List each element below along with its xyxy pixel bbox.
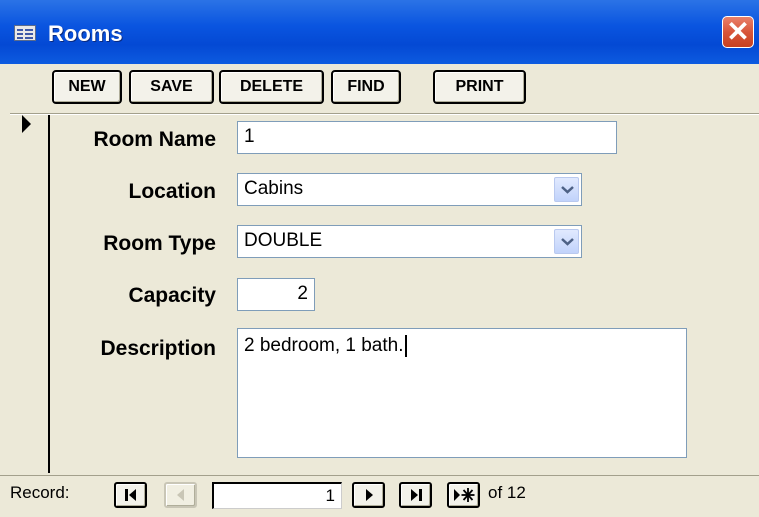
- record-total: of 12: [488, 483, 526, 502]
- current-record-field[interactable]: 1: [212, 482, 342, 509]
- room-type-label: Room Type: [103, 232, 216, 255]
- room-name-value: 1: [244, 126, 255, 147]
- room-name-label: Room Name: [93, 128, 216, 151]
- capacity-field[interactable]: 2: [237, 278, 315, 311]
- capacity-value: 2: [297, 283, 308, 304]
- save-button[interactable]: SAVE: [129, 70, 214, 104]
- next-record-button[interactable]: [352, 482, 385, 508]
- record-label: Record:: [10, 483, 70, 502]
- form-icon: [14, 25, 36, 41]
- window-title: Rooms: [48, 21, 123, 46]
- previous-record-icon: [177, 489, 184, 501]
- record-selector-arrow-icon[interactable]: [22, 114, 38, 138]
- room-type-value: DOUBLE: [244, 230, 323, 251]
- form-top-separator: [10, 113, 759, 115]
- location-value: Cabins: [244, 178, 304, 199]
- location-label: Location: [128, 180, 217, 203]
- delete-button[interactable]: DELETE: [219, 70, 324, 104]
- last-record-button[interactable]: [399, 482, 432, 508]
- room-name-field[interactable]: 1: [237, 121, 617, 154]
- description-field[interactable]: 2 bedroom, 1 bath.: [237, 328, 687, 458]
- room-type-dropdown-button[interactable]: [554, 229, 579, 254]
- rooms-form-window: Rooms ✕ NEW SAVE DELETE FIND PRINT Room …: [0, 0, 759, 517]
- record-selector-border: [48, 115, 50, 473]
- description-value: 2 bedroom, 1 bath.: [244, 335, 404, 356]
- new-button[interactable]: NEW: [52, 70, 122, 104]
- new-record-button[interactable]: [447, 482, 480, 508]
- first-record-icon: [125, 489, 136, 501]
- previous-record-button[interactable]: [164, 482, 197, 508]
- first-record-button[interactable]: [114, 482, 147, 508]
- capacity-label: Capacity: [128, 284, 216, 307]
- description-label: Description: [100, 337, 216, 360]
- last-record-icon: [411, 489, 422, 501]
- room-type-select[interactable]: DOUBLE: [237, 225, 582, 258]
- title-bar[interactable]: Rooms ✕: [0, 0, 759, 64]
- text-cursor: [404, 334, 407, 357]
- chevron-down-icon: [561, 238, 574, 246]
- find-button[interactable]: FIND: [331, 70, 401, 104]
- print-button[interactable]: PRINT: [433, 70, 526, 104]
- chevron-down-icon: [561, 186, 574, 194]
- close-icon: ✕: [726, 16, 750, 47]
- location-dropdown-button[interactable]: [554, 177, 579, 202]
- new-record-icon: [454, 488, 475, 502]
- location-select[interactable]: Cabins: [237, 173, 582, 206]
- close-button[interactable]: ✕: [722, 16, 754, 48]
- next-record-icon: [366, 489, 373, 501]
